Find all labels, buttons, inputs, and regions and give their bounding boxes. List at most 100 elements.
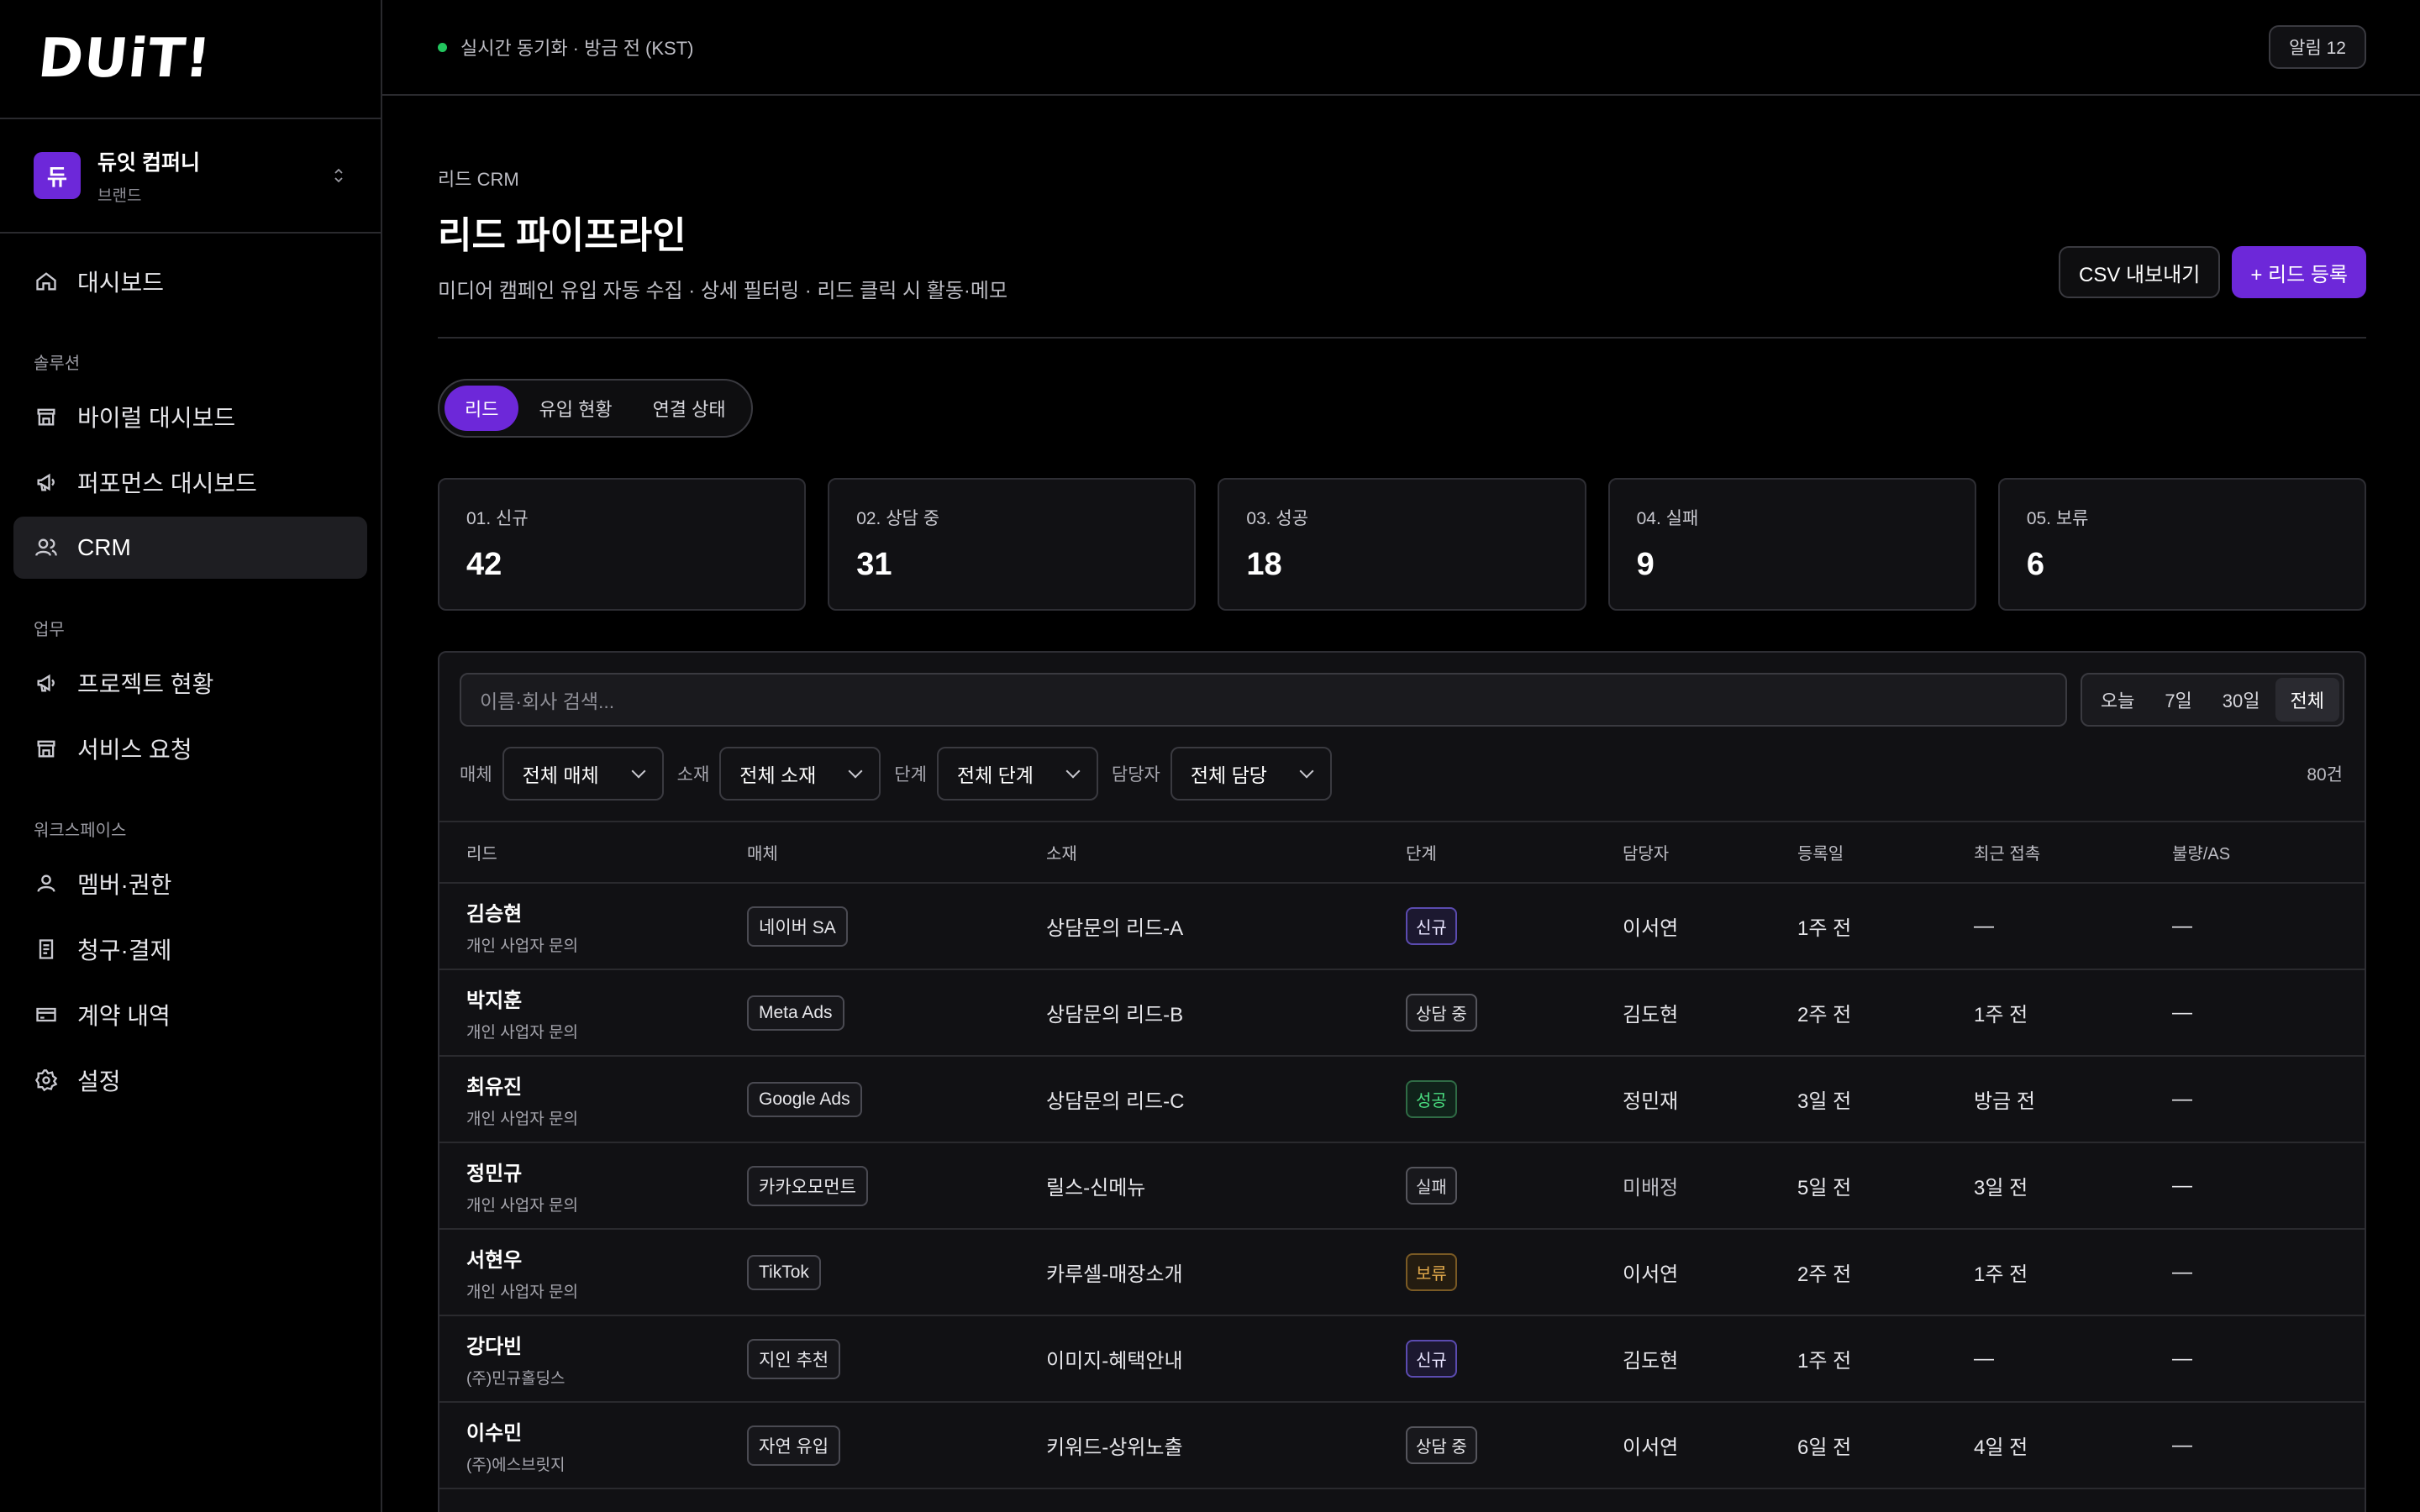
range-30d[interactable]: 30일 [2207, 678, 2275, 722]
table-header-row: 리드 매체 소재 단계 담당자 등록일 최근 접촉 불량/AS [439, 822, 2365, 884]
company-switcher[interactable]: 듀 듀잇 컴퍼니 브랜드 [0, 119, 381, 234]
sidebar-item-dashboard[interactable]: 대시보드 [13, 250, 367, 312]
media-select[interactable]: 전체 매체 [502, 747, 664, 801]
cell-owner: 정민재 [1623, 1056, 1797, 1143]
col-header-media[interactable]: 매체 [747, 822, 1046, 884]
stat-card[interactable]: 02. 상담 중 31 [828, 478, 1197, 611]
stat-card[interactable]: 01. 신규 42 [438, 478, 807, 611]
table-row[interactable]: 박지훈 개인 사업자 문의 Meta Ads 상담문의 리드-B 상담 중 김도현 2주 전… [439, 969, 2365, 1057]
cell-stage: 성공 [1406, 1056, 1623, 1143]
lead-name[interactable]: 최유진 [466, 1070, 747, 1100]
lead-name[interactable]: 강다빈 [466, 1330, 747, 1359]
stat-value: 9 [1636, 547, 1655, 582]
col-header-lead[interactable]: 리드 [439, 822, 747, 884]
lead-name[interactable]: 박지훈 [466, 984, 747, 1013]
table-row[interactable]: 한재우네이버 SA디스플레이-리타겟성공김도현3주 전2주 전— [439, 1488, 2365, 1512]
stage-select[interactable]: 전체 단계 [936, 747, 1098, 801]
cell-last-contact: 3일 전 [1974, 1142, 2172, 1230]
page-title: 리드 파이프라인 [438, 215, 687, 256]
stat-label: 05. 보류 [2026, 509, 2089, 528]
sidebar-item-performance[interactable]: 퍼포먼스 대시보드 [13, 451, 367, 513]
stage-badge: 상담 중 [1406, 994, 1477, 1032]
stage-filter-label: 단계 [894, 765, 927, 785]
owner-select[interactable]: 전체 담당 [1170, 747, 1332, 801]
tab-connection[interactable]: 연결 상태 [633, 386, 746, 431]
cell-lead: 정민규 개인 사업자 문의 [439, 1142, 747, 1230]
sidebar-item-members[interactable]: 멤버·권한 [13, 853, 367, 915]
col-header-last-contact[interactable]: 최근 접촉 [1974, 822, 2172, 884]
stage-badge: 보류 [1406, 1253, 1457, 1291]
brand-logo[interactable]: DUiT! [35, 28, 214, 90]
logo-area: DUiT! [0, 0, 381, 119]
sidebar: DUiT! 듀 듀잇 컴퍼니 브랜드 대시보드 솔루션 바이럴 대시보드 퍼포먼… [0, 0, 382, 1512]
alerts-button[interactable]: 알림 12 [2269, 25, 2366, 69]
nav-section-work: 업무 [34, 621, 65, 639]
cell-lead: 박지훈 개인 사업자 문의 [439, 969, 747, 1057]
media-chip: Meta Ads [747, 995, 844, 1031]
cell-last-contact: 1주 전 [1974, 969, 2172, 1057]
csv-export-button[interactable]: CSV 내보내기 [2058, 246, 2221, 298]
stat-label: 01. 신규 [466, 509, 529, 528]
chevron-down-icon [848, 764, 863, 779]
chevron-updown-icon [330, 166, 347, 185]
status-dot-icon [438, 42, 447, 52]
sidebar-item-billing[interactable]: 청구·결제 [13, 918, 367, 980]
range-all[interactable]: 전체 [2275, 678, 2339, 722]
cell-registered: 2주 전 [1797, 1229, 1974, 1316]
store-icon [34, 404, 59, 429]
home-icon [34, 269, 59, 294]
credit-card-icon [34, 1002, 59, 1027]
tab-inflow[interactable]: 유입 현황 [518, 386, 632, 431]
table-row[interactable]: 김승현 개인 사업자 문의 네이버 SA 상담문의 리드-A 신규 이서연 1주 전 — — [439, 883, 2365, 970]
table-row[interactable]: 이수민 (주)에스브릿지 자연 유입 키워드-상위노출 상담 중 이서연 6일 전 4일 전 — [439, 1402, 2365, 1489]
col-header-creative[interactable]: 소재 [1046, 822, 1406, 884]
tab-leads[interactable]: 리드 [445, 386, 519, 431]
chevron-down-icon [1299, 764, 1314, 779]
chevron-down-icon [1065, 764, 1081, 779]
stat-card[interactable]: 04. 실패 9 [1607, 478, 1976, 611]
cell-owner: 김도현 [1623, 969, 1797, 1057]
range-today[interactable]: 오늘 [2086, 678, 2149, 722]
cell-media: 지인 추천 [747, 1315, 1046, 1403]
cell-defect: — [2172, 1315, 2365, 1403]
cell-creative: 릴스-신메뉴 [1046, 1142, 1406, 1230]
table-row[interactable]: 정민규 개인 사업자 문의 카카오모먼트 릴스-신메뉴 실패 미배정 5일 전 3일 전 — [439, 1142, 2365, 1230]
sidebar-nav: 대시보드 솔루션 바이럴 대시보드 퍼포먼스 대시보드 CRM 업무 프로젝트 … [0, 234, 381, 1131]
lead-name[interactable]: 서현우 [466, 1243, 747, 1273]
stat-card[interactable]: 05. 보류 6 [1997, 478, 2367, 611]
col-header-owner[interactable]: 담당자 [1623, 822, 1797, 884]
col-header-defect[interactable]: 불량/AS [2172, 822, 2365, 884]
stat-value: 18 [1246, 547, 1282, 582]
sidebar-item-crm[interactable]: CRM [13, 517, 367, 579]
result-count: 80건 [2307, 765, 2343, 785]
owner-select-value: 전체 담당 [1190, 764, 1267, 786]
creative-select[interactable]: 전체 소재 [719, 747, 881, 801]
lead-name[interactable]: 이수민 [466, 1416, 747, 1446]
table-row[interactable]: 최유진 개인 사업자 문의 Google Ads 상담문의 리드-C 성공 정민재 3일 전… [439, 1056, 2365, 1143]
sidebar-item-service[interactable]: 서비스 요청 [13, 717, 367, 780]
lead-name[interactable]: 김승현 [466, 897, 747, 927]
sidebar-item-contracts[interactable]: 계약 내역 [13, 984, 367, 1046]
table-row[interactable]: 서현우 개인 사업자 문의 TikTok 카루셀-매장소개 보류 이서연 2주 전 1주 전 — [439, 1229, 2365, 1316]
cell-lead: 서현우 개인 사업자 문의 [439, 1229, 747, 1316]
media-chip: TikTok [747, 1254, 821, 1290]
add-lead-button[interactable]: + 리드 등록 [2232, 246, 2366, 298]
col-header-stage[interactable]: 단계 [1406, 822, 1623, 884]
col-header-registered[interactable]: 등록일 [1797, 822, 1974, 884]
users-icon [34, 535, 59, 560]
search-input[interactable]: 이름·회사 검색... [460, 673, 2067, 727]
table-row[interactable]: 강다빈 (주)민규홀딩스 지인 추천 이미지-혜택안내 신규 김도현 1주 전 — — [439, 1315, 2365, 1403]
sidebar-item-viral[interactable]: 바이럴 대시보드 [13, 386, 367, 448]
cell-media: Google Ads [747, 1056, 1046, 1143]
cell-creative: 디스플레이-리타겟 [1046, 1488, 1406, 1512]
lead-name[interactable]: 정민규 [466, 1157, 747, 1186]
stat-value: 42 [466, 547, 502, 582]
sidebar-item-settings[interactable]: 설정 [13, 1049, 367, 1111]
range-7d[interactable]: 7일 [2149, 678, 2207, 722]
cell-lead: 강다빈 (주)민규홀딩스 [439, 1315, 747, 1403]
owner-filter-label: 담당자 [1111, 765, 1160, 785]
company-name: 듀잇 컴퍼니 [97, 150, 200, 175]
view-tabs: 리드 유입 현황 연결 상태 [438, 379, 753, 438]
sidebar-item-project[interactable]: 프로젝트 현황 [13, 652, 367, 714]
stat-card[interactable]: 03. 성공 18 [1218, 478, 1586, 611]
